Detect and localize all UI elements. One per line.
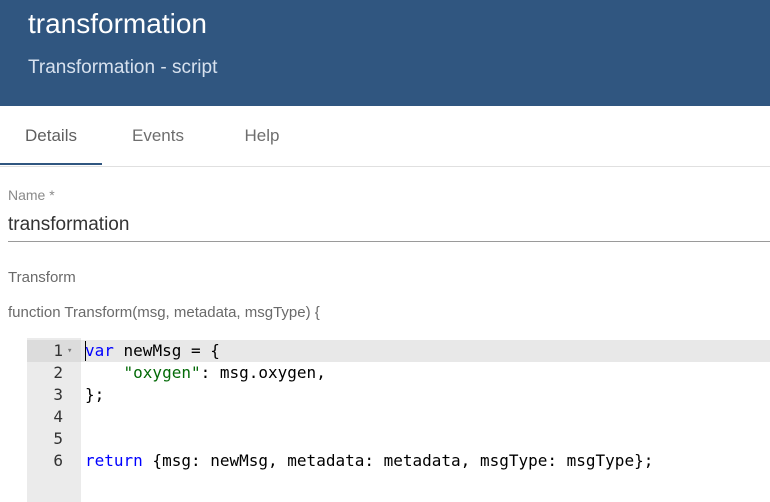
fold-arrow-icon[interactable]: ▾ [67, 340, 72, 362]
line-number: 6 [53, 451, 63, 470]
code-line[interactable]: 1 ▾ var newMsg = { [27, 340, 770, 362]
code-line[interactable]: 6 return {msg: newMsg, metadata: metadata… [27, 450, 770, 472]
code-text: return {msg: newMsg, metadata: metadata,… [85, 450, 653, 472]
tab-help[interactable]: Help [214, 106, 310, 166]
code-line[interactable]: 2 "oxygen": msg.oxygen, [27, 362, 770, 384]
code-keyword: var [85, 341, 114, 360]
code-text: var newMsg = { [85, 340, 220, 362]
code-line[interactable]: 3}; [27, 384, 770, 406]
tab-bar: Details Events Help [0, 106, 770, 167]
tab-events[interactable]: Events [108, 106, 208, 166]
line-number: 4 [53, 407, 63, 426]
header: transformation Transformation - script [0, 0, 770, 106]
code-token: newMsg = { [113, 341, 220, 360]
transform-label: Transform [8, 269, 76, 286]
line-number: 3 [53, 385, 63, 404]
tab-details[interactable]: Details [0, 106, 102, 166]
line-number: 2 [53, 363, 63, 382]
code-token: : msg.oxygen, [200, 363, 326, 382]
code-keyword: return [85, 451, 143, 470]
line-number: 1 [53, 341, 63, 360]
code-string: "oxygen" [123, 363, 201, 382]
name-field-label: Name * [8, 187, 55, 203]
line-number: 5 [53, 429, 63, 448]
code-text: "oxygen": msg.oxygen, [85, 362, 326, 384]
name-input[interactable] [8, 208, 770, 242]
code-token: {msg: newMsg, metadata: metadata, msgTyp… [142, 451, 654, 470]
code-line[interactable]: 4 [27, 406, 770, 428]
text-cursor [85, 341, 86, 361]
code-text: }; [85, 384, 104, 406]
page-title: transformation [28, 8, 207, 39]
code-editor[interactable]: 1 ▾ var newMsg = {2 "oxygen": msg.oxygen, 3… [27, 338, 770, 502]
page-subtitle: Transformation - script [28, 57, 218, 78]
function-signature: function Transform(msg, metadata, msgTyp… [8, 304, 320, 321]
active-tab-indicator [0, 163, 102, 165]
code-line[interactable]: 5 [27, 428, 770, 450]
code-token: }; [85, 385, 105, 404]
